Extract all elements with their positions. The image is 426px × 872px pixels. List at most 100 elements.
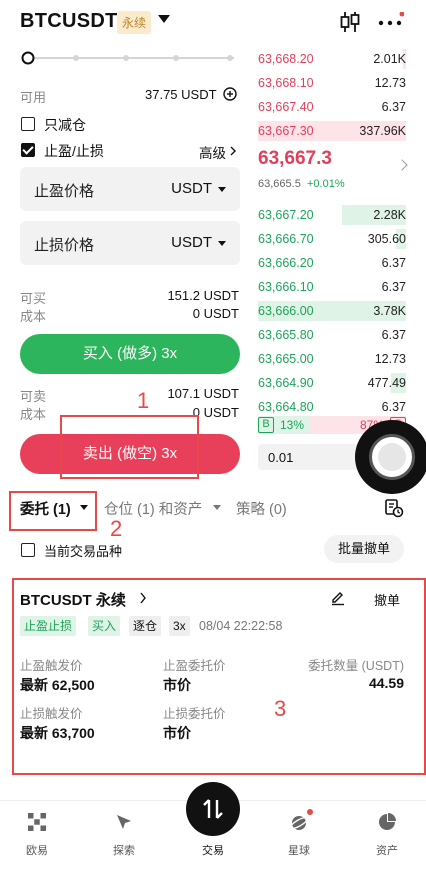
quantity-cell: 6.37 bbox=[381, 256, 406, 270]
last-price: 63,667.3 bbox=[258, 148, 332, 169]
nav-label-planet: 星球 bbox=[288, 845, 310, 857]
nav-item-assets[interactable]: 资产 bbox=[357, 808, 417, 857]
bid-row[interactable]: 63,666.00 3.78K bbox=[258, 301, 406, 321]
order-title[interactable]: BTCUSDT 永续 bbox=[20, 589, 126, 610]
nav-item-home[interactable]: 欧易 bbox=[7, 808, 67, 857]
price-cell: 63,667.40 bbox=[258, 100, 314, 114]
bid-row[interactable]: 63,666.70 305.60 bbox=[258, 229, 406, 249]
annotation-box-1 bbox=[60, 415, 199, 479]
pie-chart-icon bbox=[379, 813, 396, 830]
nav-label-assets: 资产 bbox=[376, 845, 398, 857]
tab-positions[interactable]: 仓位 (1) 和资产 bbox=[104, 498, 202, 519]
floating-assistive-button[interactable] bbox=[355, 420, 426, 494]
caret-down-icon bbox=[218, 187, 226, 192]
nav-label-home: 欧易 bbox=[26, 845, 48, 857]
nav-item-explore[interactable]: 探索 bbox=[94, 808, 154, 857]
buy-ratio-badge: B bbox=[258, 417, 274, 433]
price-cell: 63,666.70 bbox=[258, 232, 314, 246]
quantity-cell: 12.73 bbox=[374, 76, 406, 90]
can-buy-label: 可买 bbox=[20, 291, 47, 306]
compass-icon bbox=[117, 815, 131, 829]
price-cell: 63,665.00 bbox=[258, 352, 314, 366]
bid-row[interactable]: 63,665.00 12.73 bbox=[258, 349, 406, 369]
bid-row[interactable]: 63,664.80 6.37 bbox=[258, 397, 406, 417]
candlestick-chart-icon[interactable] bbox=[339, 10, 361, 34]
chevron-right-icon[interactable] bbox=[139, 592, 147, 604]
tp-price-input[interactable]: 止盈价格 USDT bbox=[20, 167, 240, 211]
more-icon[interactable] bbox=[378, 12, 404, 32]
can-sell-value: 107.1 USDT bbox=[167, 386, 239, 401]
price-change: +0.01% bbox=[307, 178, 345, 190]
nav-item-trade[interactable]: 交易 bbox=[183, 808, 243, 857]
edit-icon[interactable] bbox=[330, 590, 346, 606]
sl-price-input[interactable]: 止损价格 USDT bbox=[20, 221, 240, 265]
bid-row[interactable]: 63,667.20 2.28K bbox=[258, 205, 406, 225]
order-time: 08/04 22:22:58 bbox=[199, 619, 283, 633]
perpetual-badge: 永续 bbox=[117, 11, 152, 34]
quantity-cell: 3.78K bbox=[373, 304, 406, 318]
chevron-right-icon[interactable] bbox=[229, 146, 237, 156]
ask-row[interactable]: 63,668.20 2.01K bbox=[258, 49, 406, 69]
advanced-link[interactable]: 高级 bbox=[199, 142, 226, 162]
header: BTCUSDT 永续 bbox=[0, 0, 426, 44]
add-circle-icon[interactable] bbox=[223, 87, 237, 101]
bid-row[interactable]: 63,666.10 6.37 bbox=[258, 277, 406, 297]
price-cell: 63,664.90 bbox=[258, 376, 314, 390]
sl-trigger-label: 止损触发价 bbox=[20, 707, 83, 721]
okx-logo-icon bbox=[28, 813, 46, 831]
cancel-all-button[interactable]: 批量撤单 bbox=[324, 535, 404, 563]
buy-long-button[interactable]: 买入 (做多) 3x bbox=[20, 334, 240, 374]
tp-trigger-label: 止盈触发价 bbox=[20, 659, 83, 673]
ask-row[interactable]: 63,668.10 12.73 bbox=[258, 73, 406, 93]
cost-sell-value: 0 USDT bbox=[192, 405, 239, 420]
price-cell: 63,665.80 bbox=[258, 328, 314, 342]
price-cell: 63,666.10 bbox=[258, 280, 314, 294]
bid-row[interactable]: 63,664.90 477.49 bbox=[258, 373, 406, 393]
tp-unit-select[interactable]: USDT bbox=[171, 180, 212, 197]
tp-trigger-value: 最新 62,500 bbox=[20, 677, 95, 693]
chevron-right-icon[interactable] bbox=[396, 159, 408, 171]
quantity-cell: 6.37 bbox=[381, 280, 406, 294]
buy-ratio-value: 13% bbox=[280, 418, 305, 432]
quantity-cell: 6.37 bbox=[381, 100, 406, 114]
reduce-only-checkbox[interactable] bbox=[21, 117, 35, 131]
nav-label-trade: 交易 bbox=[202, 845, 224, 857]
tab-strategy[interactable]: 策略 (0) bbox=[236, 498, 287, 519]
current-pair-label: 当前交易品种 bbox=[44, 544, 123, 559]
tp-price-label: 止盈价格 bbox=[34, 183, 95, 200]
depth-step-select[interactable]: 0.01 bbox=[258, 444, 368, 470]
order-history-icon[interactable] bbox=[384, 498, 404, 518]
depth-step-value: 0.01 bbox=[268, 450, 294, 465]
cancel-order-button[interactable]: 撤单 bbox=[374, 590, 400, 609]
mark-price: 63,665.5 bbox=[258, 178, 301, 190]
planet-icon bbox=[289, 816, 309, 830]
can-sell-label: 可卖 bbox=[20, 389, 47, 404]
quantity-cell: 337.96K bbox=[359, 124, 406, 138]
quantity-cell: 2.28K bbox=[373, 208, 406, 222]
quantity-cell: 6.37 bbox=[381, 400, 406, 414]
annotation-number-2: 2 bbox=[110, 516, 123, 541]
amount-slider[interactable] bbox=[20, 50, 240, 66]
sl-unit-select[interactable]: USDT bbox=[171, 234, 212, 251]
price-cell: 63,668.10 bbox=[258, 76, 314, 90]
sl-price-label: 止损价格 bbox=[34, 237, 95, 254]
ask-row[interactable]: 63,667.40 6.37 bbox=[258, 97, 406, 117]
pair-dropdown-icon[interactable] bbox=[158, 15, 170, 23]
bid-row[interactable]: 63,665.80 6.37 bbox=[258, 325, 406, 345]
ask-row[interactable]: 63,667.30 337.96K bbox=[258, 121, 406, 141]
cost-sell-label: 成本 bbox=[20, 407, 47, 422]
can-buy-value: 151.2 USDT bbox=[167, 288, 239, 303]
nav-item-planet[interactable]: 星球 bbox=[269, 808, 329, 857]
tpsl-checkbox[interactable] bbox=[21, 143, 35, 157]
pair-title[interactable]: BTCUSDT bbox=[20, 10, 118, 33]
bid-row[interactable]: 63,666.20 6.37 bbox=[258, 253, 406, 273]
current-pair-checkbox[interactable] bbox=[21, 543, 35, 557]
available-value: 37.75 USDT bbox=[145, 87, 217, 102]
annotation-number-1: 1 bbox=[137, 388, 150, 413]
sl-order-value: 市价 bbox=[163, 725, 191, 741]
price-cell: 63,667.30 bbox=[258, 124, 314, 138]
cost-buy-value: 0 USDT bbox=[192, 306, 239, 321]
tab-orders[interactable]: 委托 (1) bbox=[20, 498, 71, 519]
tag-isolated: 逐仓 bbox=[129, 616, 162, 636]
quantity-label: 委托数量 (USDT) bbox=[308, 659, 404, 673]
